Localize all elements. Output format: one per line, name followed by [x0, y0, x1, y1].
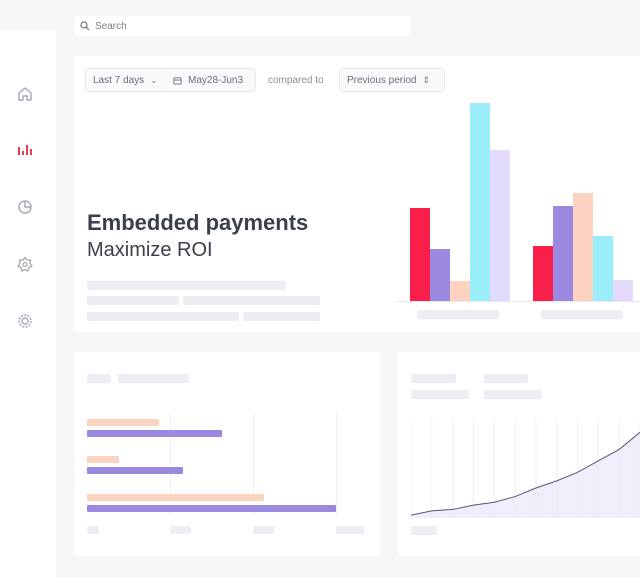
- date-range-value: May28-Jun3: [188, 74, 244, 86]
- chart-bar: [593, 235, 613, 301]
- chart-bar: [87, 505, 336, 512]
- chart-bar: [573, 192, 593, 301]
- hero-title: Embedded payments: [87, 210, 309, 235]
- text-placeholder: [243, 312, 320, 321]
- chart-bar: [430, 249, 450, 301]
- badge-icon: [17, 256, 33, 272]
- grid-line: [336, 412, 337, 516]
- search-input[interactable]: [95, 20, 395, 32]
- text-placeholder: [87, 281, 286, 290]
- text-placeholder: [87, 312, 239, 321]
- chart-bar: [470, 102, 490, 301]
- card-title-placeholder: [118, 374, 189, 383]
- search-bar[interactable]: [74, 16, 411, 36]
- pie-chart-icon: [18, 200, 32, 214]
- card-subtitle-placeholder: [411, 390, 469, 399]
- sidebar-item-home[interactable]: [14, 83, 36, 105]
- axis-label-placeholder: [411, 526, 437, 535]
- line-area: [411, 432, 640, 518]
- main-card: Last 7 days ⌄ May28-Jun3 compared to Pre…: [74, 56, 640, 332]
- chevron-updown-icon: ⇕: [422, 74, 431, 85]
- sidebar-item-reports[interactable]: [14, 196, 36, 218]
- chevron-down-icon: ⌄: [150, 74, 158, 85]
- axis-label-placeholder: [541, 310, 623, 319]
- date-range-dropdown[interactable]: Last 7 days ⌄: [85, 68, 169, 92]
- comparison-period-select[interactable]: Previous period ⇕: [339, 68, 445, 92]
- sidebar: [0, 30, 56, 577]
- axis-label-placeholder: [253, 526, 274, 534]
- axis-label-placeholder: [336, 526, 364, 534]
- date-range-label: Last 7 days: [93, 74, 145, 86]
- axis-label-placeholder: [170, 526, 191, 534]
- search-icon: [80, 21, 90, 31]
- chart-bar: [87, 419, 159, 426]
- card-title-placeholder: [87, 374, 111, 383]
- bar-chart-icon: [18, 145, 32, 155]
- axis-label-placeholder: [87, 526, 99, 534]
- text-placeholder: [87, 296, 179, 305]
- axis-label-placeholder: [417, 310, 499, 319]
- chart-bar: [450, 281, 470, 301]
- chart-baseline: [396, 301, 640, 302]
- text-placeholder: [183, 296, 320, 305]
- home-icon: [18, 87, 32, 101]
- sidebar-item-analytics[interactable]: [14, 139, 36, 161]
- hero-subtitle: Maximize ROI: [87, 239, 213, 261]
- card-title-placeholder: [411, 374, 456, 383]
- chart-bar: [87, 456, 119, 463]
- line-chart-card: [398, 352, 640, 556]
- sidebar-item-settings[interactable]: [14, 310, 36, 332]
- comparison-period-label: Previous period: [347, 74, 417, 86]
- chart-bar: [87, 467, 183, 474]
- horizontal-bar-card: [74, 352, 380, 556]
- card-title-placeholder: [484, 374, 528, 383]
- compared-to-label: compared to: [268, 75, 324, 86]
- chart-bar: [613, 279, 633, 301]
- chart-bar: [490, 149, 510, 301]
- calendar-icon: [173, 76, 182, 85]
- sidebar-item-badges[interactable]: [14, 253, 36, 275]
- chart-bar: [87, 430, 222, 437]
- date-picker-button[interactable]: May28-Jun3: [166, 68, 256, 92]
- chart-bar: [553, 206, 573, 301]
- line-chart: [411, 418, 640, 518]
- chart-bar: [410, 208, 430, 301]
- card-subtitle-placeholder: [484, 390, 542, 399]
- chart-bar: [87, 494, 264, 501]
- chart-bar: [533, 246, 553, 301]
- settings-icon: [18, 314, 32, 328]
